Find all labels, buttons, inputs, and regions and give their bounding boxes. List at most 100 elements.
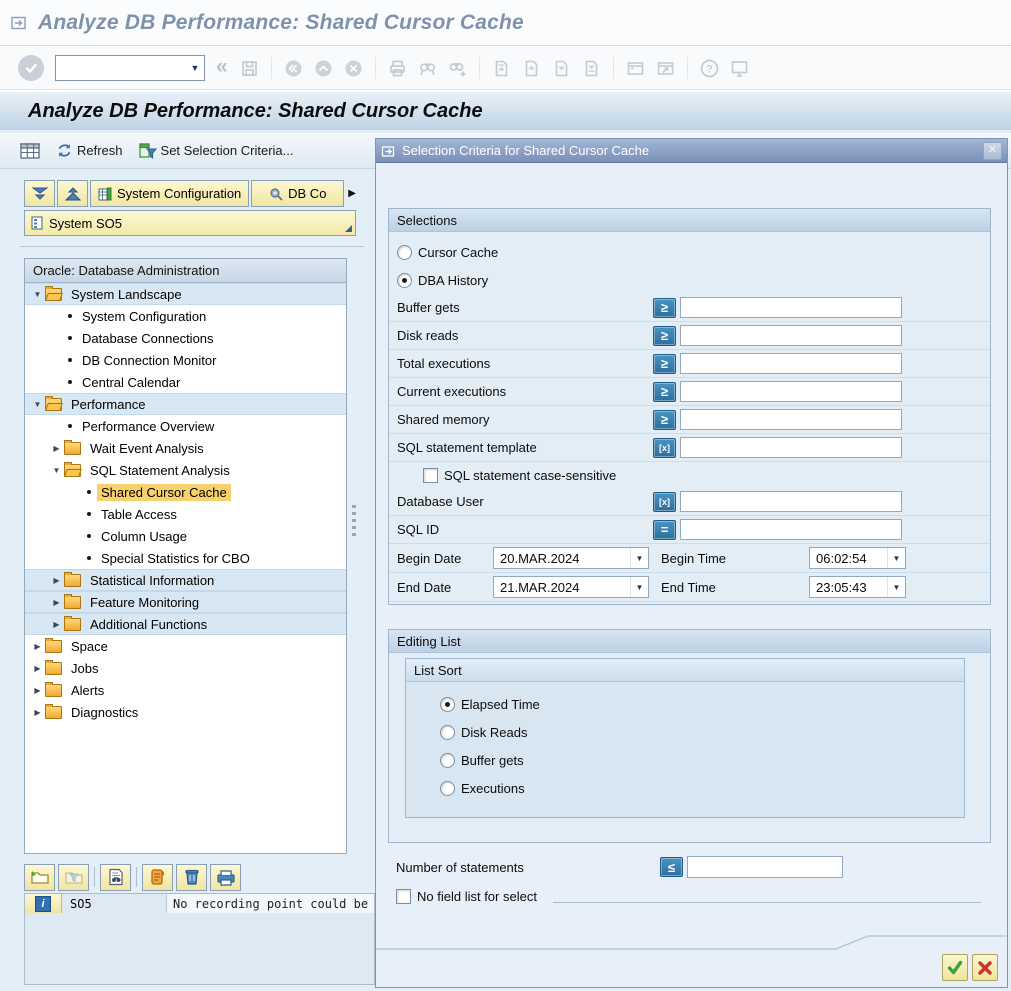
less-equal-icon[interactable]: ≤ [660, 857, 683, 877]
tab-db-connections[interactable]: DB Co [251, 180, 344, 207]
print-icon[interactable] [385, 56, 410, 81]
close-icon[interactable]: ✕ [983, 142, 1002, 160]
dropdown-icon[interactable]: ▼ [630, 548, 648, 568]
tree-item[interactable]: Special Statistics for CBO [25, 547, 346, 569]
command-dropdown-icon[interactable]: ▼ [186, 56, 204, 80]
expander-icon[interactable]: ▶ [31, 686, 44, 695]
field-input[interactable] [680, 409, 902, 430]
field-input[interactable] [680, 491, 902, 512]
tree-item[interactable]: ▶ Statistical Information [25, 569, 346, 591]
splitter-handle[interactable] [352, 505, 356, 536]
first-page-icon[interactable] [489, 56, 514, 81]
tree-item[interactable]: ▶ Diagnostics [25, 701, 346, 723]
customize-layout-icon[interactable] [727, 56, 752, 81]
cancel-button[interactable] [972, 954, 998, 981]
dialog-titlebar[interactable]: Selection Criteria for Shared Cursor Cac… [376, 139, 1007, 163]
radio-option[interactable]: Buffer gets [406, 746, 964, 774]
tab-scroll-right-icon[interactable]: ▶ [348, 180, 356, 207]
expander-icon[interactable]: ▶ [50, 620, 63, 629]
tree-item[interactable]: Central Calendar [25, 371, 346, 393]
enter-button[interactable] [18, 55, 44, 81]
system-selector[interactable]: System SO5 [24, 210, 356, 236]
tree-item[interactable]: ▼ Performance [25, 393, 346, 415]
set-selection-criteria-button[interactable]: Set Selection Criteria... [139, 142, 294, 159]
next-page-icon[interactable] [549, 56, 574, 81]
pattern-icon[interactable]: [x] [653, 438, 676, 458]
last-page-icon[interactable] [579, 56, 604, 81]
begin-time-combo[interactable]: 06:02:54 ▼ [809, 547, 906, 569]
radio-option[interactable]: Disk Reads [406, 718, 964, 746]
exit-icon[interactable] [311, 56, 336, 81]
tree-item[interactable]: ▶ Feature Monitoring [25, 591, 346, 613]
save-icon[interactable] [237, 56, 262, 81]
display-details-button[interactable] [100, 864, 131, 891]
greater-equal-icon[interactable]: ≥ [653, 354, 676, 374]
help-icon[interactable]: ? [697, 56, 722, 81]
tree-item[interactable]: Database Connections [25, 327, 346, 349]
delete-messages-button[interactable] [176, 864, 207, 891]
expander-icon[interactable]: ▶ [50, 444, 63, 453]
radio-option[interactable]: Executions [406, 774, 964, 802]
field-input[interactable] [680, 297, 902, 318]
expander-icon[interactable]: ▶ [31, 664, 44, 673]
log-history-button[interactable] [142, 864, 173, 891]
greater-equal-icon[interactable]: ≥ [653, 326, 676, 346]
dropdown-icon[interactable]: ▼ [887, 548, 905, 568]
refresh-button[interactable]: Refresh [56, 142, 123, 159]
filter-messages-button[interactable] [58, 864, 89, 891]
continue-button[interactable] [942, 954, 968, 981]
collapse-toolbar-icon[interactable]: « [216, 55, 228, 79]
tree-item[interactable]: System Configuration [25, 305, 346, 327]
tree-item[interactable]: Table Access [25, 503, 346, 525]
expander-icon[interactable]: ▶ [31, 642, 44, 651]
expander-icon[interactable]: ▶ [31, 708, 44, 717]
end-date-combo[interactable]: 21.MAR.2024 ▼ [493, 576, 649, 598]
number-of-statements-input[interactable] [687, 856, 843, 878]
sort-ascending-button[interactable] [57, 180, 88, 207]
find-icon[interactable] [415, 56, 440, 81]
tree-item[interactable]: Shared Cursor Cache [25, 481, 346, 503]
message-row[interactable]: i SO5 No recording point could be foun [25, 894, 374, 913]
choose-layout-button[interactable] [20, 143, 40, 159]
tree-item[interactable]: ▶ Space [25, 635, 346, 657]
tree-item[interactable]: Performance Overview [25, 415, 346, 437]
field-input[interactable] [680, 519, 902, 540]
begin-date-combo[interactable]: 20.MAR.2024 ▼ [493, 547, 649, 569]
command-field[interactable]: ▼ [55, 55, 205, 81]
greater-equal-icon[interactable]: ≥ [653, 410, 676, 430]
checkbox-icon[interactable] [396, 889, 411, 904]
tree-item[interactable]: DB Connection Monitor [25, 349, 346, 371]
tree-item[interactable]: ▼ SQL Statement Analysis [25, 459, 346, 481]
find-next-icon[interactable] [445, 56, 470, 81]
end-time-combo[interactable]: 23:05:43 ▼ [809, 576, 906, 598]
field-input[interactable] [680, 325, 902, 346]
radio-option[interactable]: Elapsed Time [406, 690, 964, 718]
equals-icon[interactable]: = [653, 520, 676, 540]
sort-descending-button[interactable] [24, 180, 55, 207]
expander-icon[interactable]: ▼ [50, 466, 63, 475]
pattern-icon[interactable]: [x] [653, 492, 676, 512]
radio-option[interactable]: DBA History [389, 266, 990, 294]
tab-system-configuration[interactable]: System Configuration [90, 180, 249, 207]
no-field-list-checkbox-row[interactable]: No field list for select [388, 885, 991, 907]
greater-equal-icon[interactable]: ≥ [653, 382, 676, 402]
command-input[interactable] [56, 56, 186, 80]
radio-option[interactable]: Cursor Cache [389, 238, 990, 266]
greater-equal-icon[interactable]: ≥ [653, 298, 676, 318]
print-messages-button[interactable] [210, 864, 241, 891]
tree-item[interactable]: ▶ Alerts [25, 679, 346, 701]
field-input[interactable] [680, 353, 902, 374]
tree-item[interactable]: Column Usage [25, 525, 346, 547]
checkbox-icon[interactable] [423, 468, 438, 483]
case-sensitive-checkbox-row[interactable]: SQL statement case-sensitive [389, 462, 990, 488]
tree-item[interactable]: ▶ Additional Functions [25, 613, 346, 635]
expander-icon[interactable]: ▶ [50, 598, 63, 607]
new-session-icon[interactable]: * [623, 56, 648, 81]
cancel-icon[interactable] [341, 56, 366, 81]
create-shortcut-icon[interactable] [653, 56, 678, 81]
expander-icon[interactable]: ▼ [31, 290, 44, 299]
tree-item[interactable]: ▼ System Landscape [25, 283, 346, 305]
tree-item[interactable]: ▶ Wait Event Analysis [25, 437, 346, 459]
dropdown-icon[interactable]: ▼ [887, 577, 905, 597]
tree-item[interactable]: ▶ Jobs [25, 657, 346, 679]
